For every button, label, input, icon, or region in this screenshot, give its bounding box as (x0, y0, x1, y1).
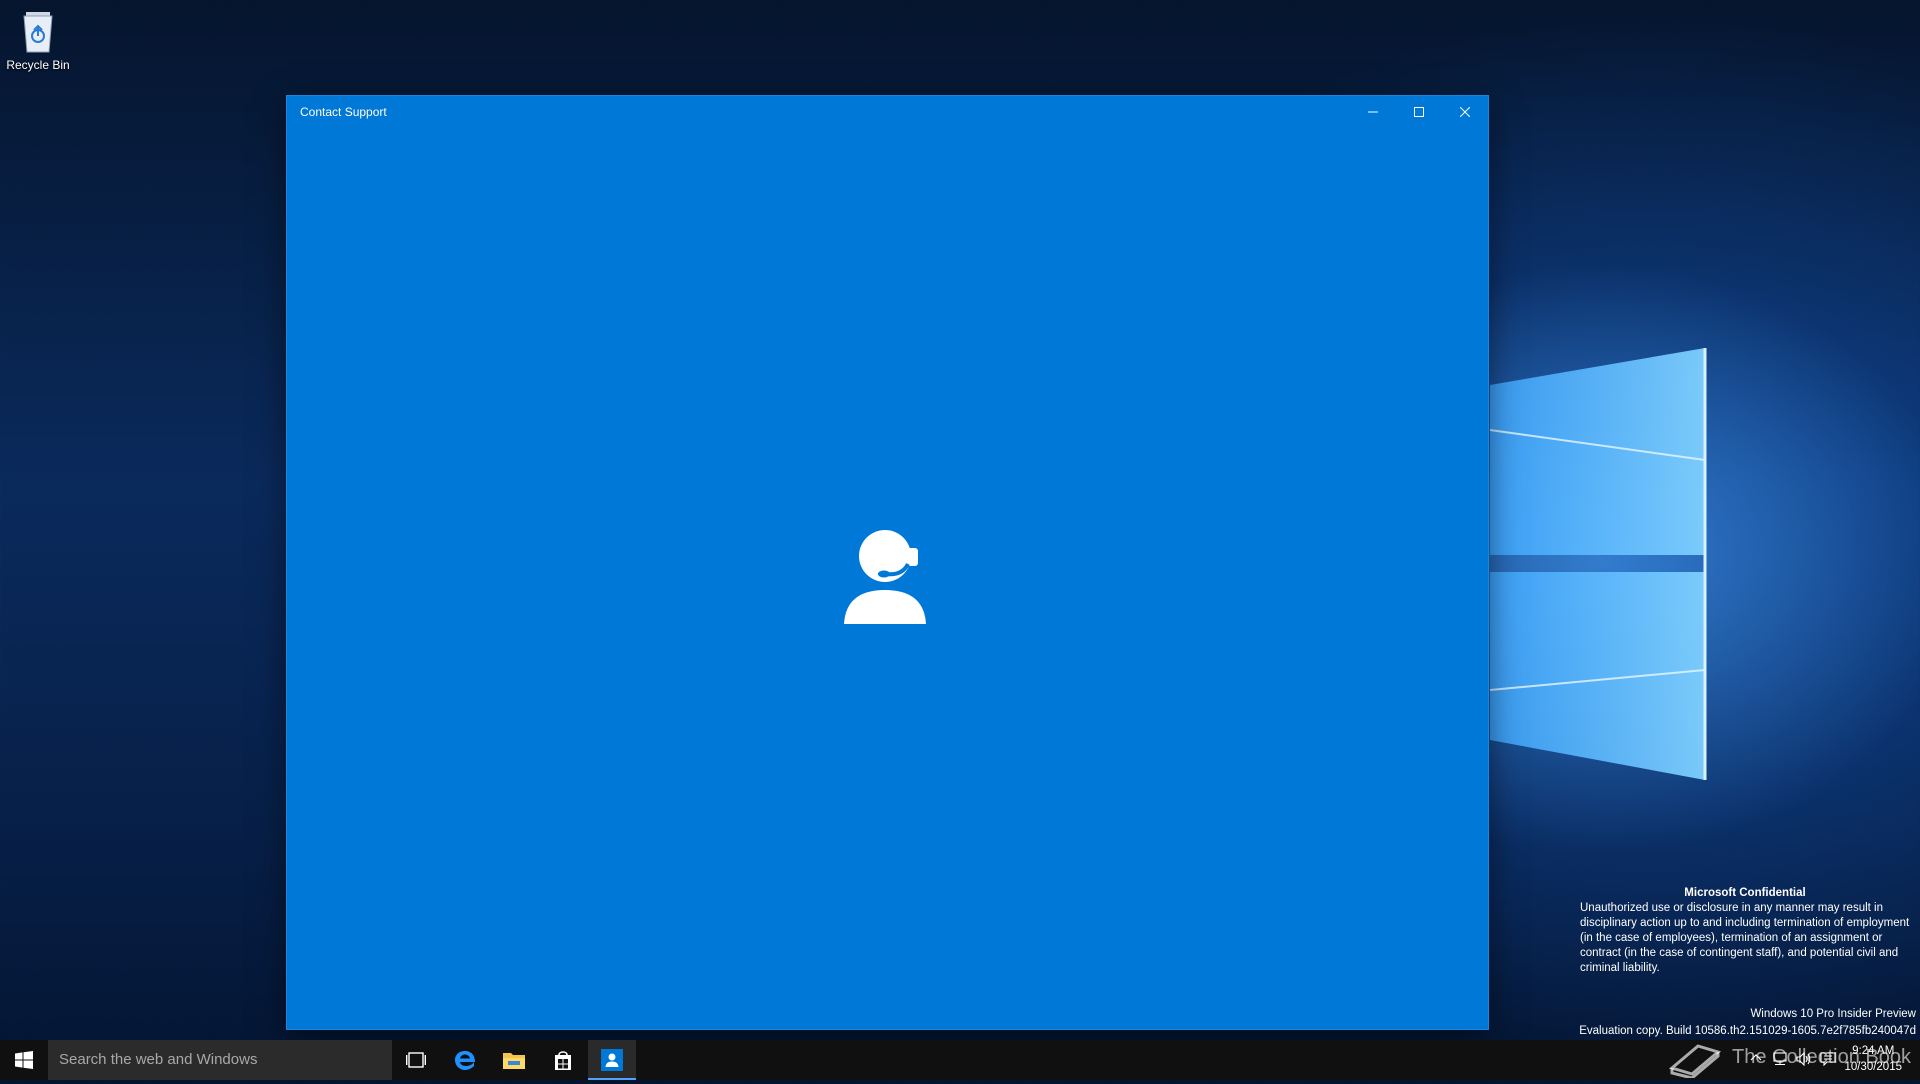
confidential-body: Unauthorized use or disclosure in any ma… (1580, 902, 1910, 974)
contact-support-icon (601, 1049, 623, 1071)
window-title: Contact Support (300, 105, 387, 119)
task-view-icon (406, 1052, 426, 1068)
watermark-text: The Collection Book (1732, 1046, 1911, 1068)
edge-icon (455, 1051, 475, 1070)
recycle-bin-icon (18, 6, 58, 54)
edition-watermark: Windows 10 Pro Insider Preview Evaluatio… (1579, 1006, 1916, 1040)
recycle-bin-desktop-icon[interactable]: Recycle Bin (6, 6, 70, 72)
file-explorer-icon (503, 1053, 525, 1069)
contact-support-taskbar-button[interactable] (588, 1040, 636, 1080)
recycle-bin-label: Recycle Bin (6, 58, 70, 72)
support-agent-icon (842, 526, 928, 626)
windows-logo-wallpaper (1480, 330, 1820, 800)
store-button[interactable] (539, 1040, 587, 1080)
title-bar[interactable]: Contact Support (287, 96, 1488, 128)
confidential-heading: Microsoft Confidential (1684, 887, 1806, 899)
maximize-button[interactable] (1396, 96, 1442, 128)
edition-line-1: Windows 10 Pro Insider Preview (1750, 1008, 1916, 1020)
file-explorer-button[interactable] (490, 1040, 538, 1080)
close-button[interactable] (1442, 96, 1488, 128)
search-box[interactable]: Search the web and Windows (48, 1040, 392, 1080)
windows-start-icon (15, 1051, 33, 1069)
task-view-button[interactable] (392, 1040, 440, 1080)
maximize-icon (1414, 107, 1424, 117)
store-icon (555, 1051, 571, 1070)
edge-button[interactable] (441, 1040, 489, 1080)
taskbar: Search the web and Windows 9:24 AM 10/30… (0, 1040, 1920, 1080)
minimize-button[interactable] (1350, 96, 1396, 128)
book-logo-icon (1668, 1044, 1722, 1080)
confidential-notice: Microsoft Confidential Unauthorized use … (1580, 886, 1910, 976)
collection-book-watermark: The Collection Book (1668, 1038, 1918, 1080)
minimize-icon (1368, 111, 1378, 113)
close-icon (1460, 107, 1470, 117)
start-button[interactable] (0, 1040, 48, 1080)
contact-support-window[interactable]: Contact Support (287, 96, 1488, 1029)
